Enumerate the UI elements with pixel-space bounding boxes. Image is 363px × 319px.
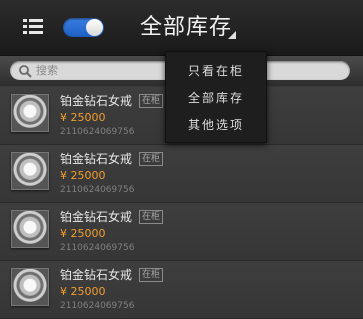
list-item[interactable]: 铂金钻石女戒 在柜 ¥ 25000 2110624069756 (0, 261, 363, 319)
item-name: 铂金钻石女戒 (60, 94, 133, 108)
item-sku: 2110624069756 (60, 301, 135, 311)
item-name: 铂金钻石女戒 (60, 210, 133, 224)
status-badge: 在柜 (139, 152, 164, 166)
item-sku: 2110624069756 (60, 243, 135, 253)
list-item[interactable]: 铂金钻石女戒 在柜 ¥ 25000 2110624069756 (0, 203, 363, 261)
search-placeholder: 搜索 (36, 64, 58, 77)
ring-thumbnail (11, 152, 49, 190)
item-name: 铂金钻石女戒 (60, 268, 133, 282)
item-sku: 2110624069756 (60, 127, 135, 137)
search-icon (19, 65, 32, 78)
menu-item-all-inventory[interactable]: 全部库存 (166, 84, 266, 112)
item-name: 铂金钻石女戒 (60, 152, 133, 166)
title-dropdown-trigger[interactable]: 全部库存 (140, 11, 236, 45)
inventory-filter-menu: 只看在柜 全部库存 其他选项 (165, 51, 267, 143)
ring-thumbnail (11, 210, 49, 248)
toggle-knob (86, 19, 103, 36)
ring-thumbnail (11, 94, 49, 132)
page-title: 全部库存 (140, 15, 233, 40)
ring-thumbnail (11, 268, 49, 306)
top-navigation-bar: 全部库存 (0, 0, 363, 56)
list-icon[interactable] (23, 19, 43, 35)
status-badge: 在柜 (139, 210, 164, 224)
menu-item-other-options[interactable]: 其他选项 (166, 111, 266, 139)
menu-item-in-cabinet[interactable]: 只看在柜 (166, 57, 266, 85)
status-badge: 在柜 (139, 268, 164, 282)
item-price: ¥ 25000 (60, 285, 106, 298)
item-price: ¥ 25000 (60, 111, 106, 124)
dropdown-caret-icon (228, 31, 236, 39)
list-item[interactable]: 铂金钻石女戒 在柜 ¥ 25000 2110624069756 (0, 145, 363, 203)
view-toggle-switch[interactable] (63, 18, 104, 37)
status-badge: 在柜 (139, 94, 164, 108)
item-price: ¥ 25000 (60, 227, 106, 240)
item-sku: 2110624069756 (60, 185, 135, 195)
item-price: ¥ 25000 (60, 169, 106, 182)
